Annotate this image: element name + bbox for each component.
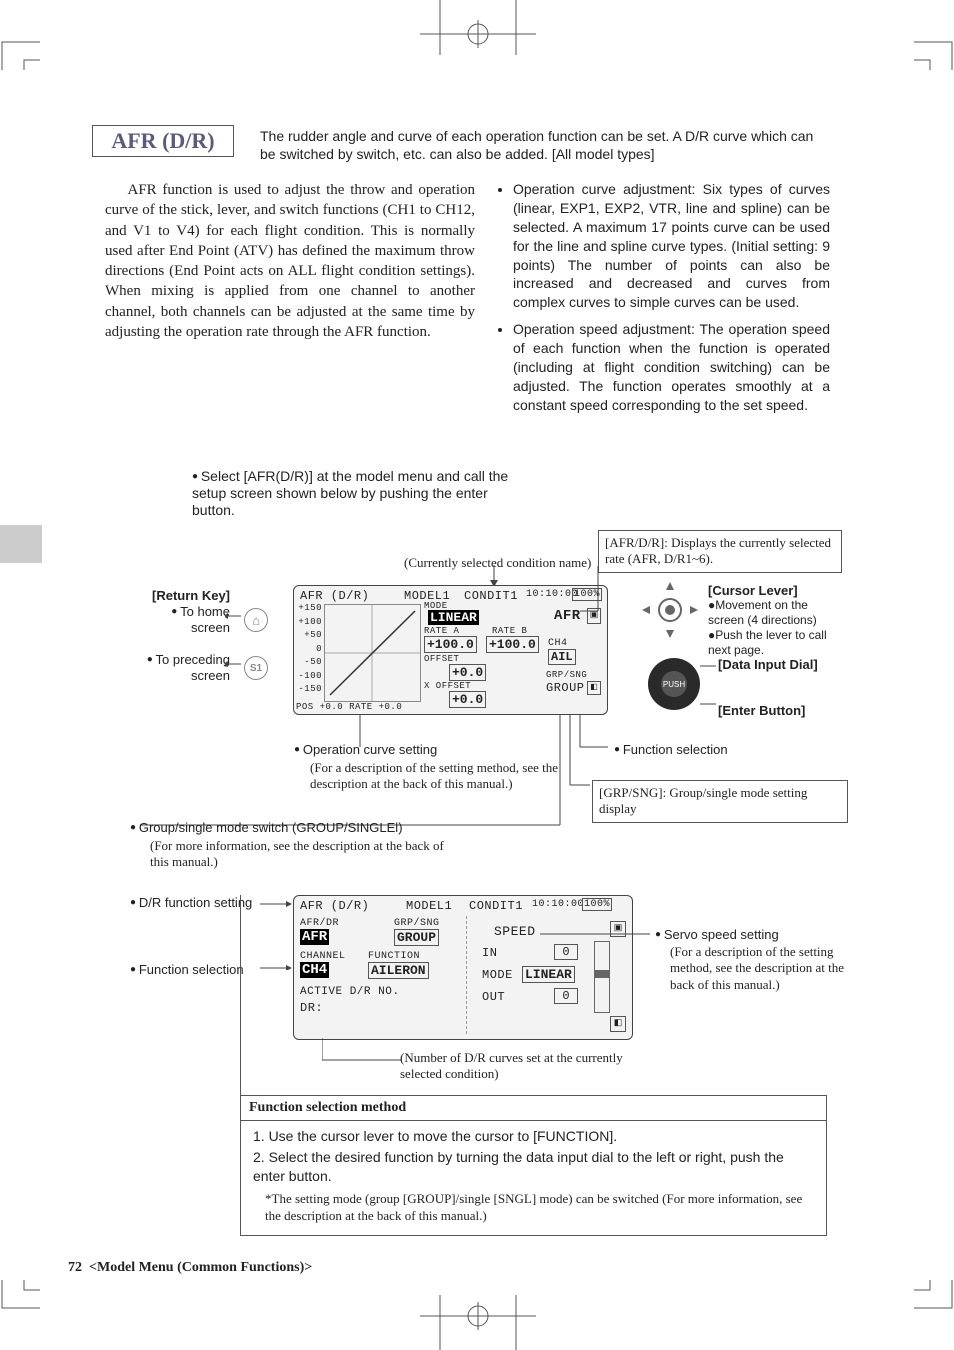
annot-cursor-lever: [Cursor Lever] bbox=[708, 583, 798, 599]
s1-icon: S1 bbox=[244, 656, 268, 680]
annot-data-dial: [Data Input Dial] bbox=[718, 657, 818, 673]
annot-op-curve: Operation curve setting bbox=[294, 742, 437, 758]
home-icon: ⌂ bbox=[244, 608, 268, 632]
annot-servo-speed: Servo speed setting bbox=[655, 927, 779, 943]
procedure-head: Function selection method bbox=[241, 1096, 826, 1121]
side-tab bbox=[0, 525, 42, 563]
lcd-screen-2: AFR (D/R) MODEL1 CONDIT1 10:10:00 100% A… bbox=[293, 895, 633, 1040]
procedure-note: *The setting mode (group [GROUP]/single … bbox=[253, 1190, 814, 1225]
annot-to-preceding: To preceding screen bbox=[156, 652, 230, 683]
crop-mark-bottom bbox=[0, 1280, 954, 1350]
annot-to-home: To home screen bbox=[180, 604, 230, 635]
bullet-item: Operation speed adjustment: The operatio… bbox=[513, 320, 830, 414]
procedure-box: Function selection method 1. Use the cur… bbox=[240, 1095, 827, 1236]
annot-dr-func: D/R function setting bbox=[130, 895, 252, 911]
intro-text: The rudder angle and curve of each opera… bbox=[260, 127, 820, 163]
cursor-lever-icon bbox=[640, 580, 700, 640]
annot-dr-count: (Number of D/R curves set at the current… bbox=[400, 1050, 660, 1083]
annot-grpsng-box: [GRP/SNG]: Group/single mode setting dis… bbox=[592, 780, 848, 823]
annot-func-selection-2: Function selection bbox=[130, 962, 244, 978]
data-input-dial: PUSH bbox=[648, 658, 700, 710]
push-button: PUSH bbox=[661, 671, 687, 697]
annot-afrdr-box: [AFR/D/R]: Displays the currently select… bbox=[598, 530, 842, 573]
annot-return-key: [Return Key] bbox=[152, 588, 230, 604]
annot-grp-single: Group/single mode switch (GROUP/SINGLEl) bbox=[130, 820, 403, 836]
annot-cond-name: (Currently selected condition name) bbox=[404, 555, 591, 571]
annot-grp-single-sub: (For more information, see the descripti… bbox=[150, 838, 450, 871]
bullet-list: Operation curve adjustment: Six types of… bbox=[495, 180, 830, 423]
annot-enter-button: [Enter Button] bbox=[718, 703, 805, 719]
page: AFR (D/R) The rudder angle and curve of … bbox=[0, 0, 954, 1350]
footer: 72 <Model Menu (Common Functions)> bbox=[68, 1260, 312, 1276]
crop-mark-top bbox=[0, 0, 954, 90]
lcd-screen-1: AFR (D/R) MODEL1 CONDIT1 10:10:00 100% +… bbox=[293, 585, 608, 715]
annot-servo-speed-sub: (For a description of the setting method… bbox=[670, 944, 850, 993]
instruction: Select [AFR(D/R)] at the model menu and … bbox=[192, 468, 512, 518]
annot-cursor-bullets: ●Movement on the screen (4 directions)●P… bbox=[708, 598, 843, 658]
procedure-step: 2. Select the desired function by turnin… bbox=[253, 1148, 814, 1186]
annot-op-curve-sub: (For a description of the setting method… bbox=[310, 760, 580, 793]
paragraph-left: AFR function is used to adjust the throw… bbox=[105, 180, 475, 342]
page-number: 72 bbox=[68, 1260, 82, 1275]
annot-func-selection: Function selection bbox=[614, 742, 728, 758]
procedure-step: 1. Use the cursor lever to move the curs… bbox=[253, 1127, 814, 1146]
footer-section: <Model Menu (Common Functions)> bbox=[89, 1260, 312, 1275]
section-title: AFR (D/R) bbox=[92, 125, 234, 157]
bullet-item: Operation curve adjustment: Six types of… bbox=[513, 180, 830, 312]
